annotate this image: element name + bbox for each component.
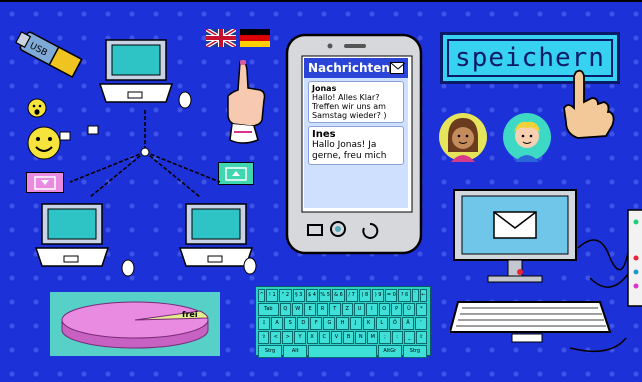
- keyboard-row: ⇩ A S D F G H J K L Ö Ä ': [258, 317, 428, 330]
- keyboard-row: Strg Alt AltGr Strg: [258, 345, 428, 358]
- keyboard-key[interactable]: Tab: [258, 303, 279, 316]
- keyboard-key[interactable]: R: [316, 303, 329, 316]
- laptop-icon: [178, 203, 254, 267]
- keyboard-key[interactable]: <: [270, 331, 282, 344]
- keyboard-key[interactable]: W: [292, 303, 304, 316]
- keyboard-key[interactable]: Y: [294, 331, 306, 344]
- avatar-girl-icon[interactable]: [438, 112, 488, 162]
- message-sender: Jonas: [312, 84, 337, 93]
- keyboard-key[interactable]: / 7: [345, 289, 358, 302]
- storage-pie-chart: frei: [50, 292, 220, 356]
- keyboard-key[interactable]: Strg: [258, 345, 283, 358]
- keyboard: ^! 1 " 2 § 3 $ 4% 5 & 6/ 7( 8) 9 = 0? ß ` ← Tab…: [255, 286, 431, 358]
- uk-flag-icon[interactable]: [206, 29, 236, 47]
- keyboard-key[interactable]: ^: [258, 289, 266, 302]
- keyboard-key[interactable]: *: [415, 303, 428, 316]
- keyboard-key[interactable]: Ü: [403, 303, 415, 316]
- keyboard-row: Tab Q W E R T Z U I O P Ü *: [258, 303, 428, 316]
- keyboard-key[interactable]: X: [306, 331, 318, 344]
- keyboard-key[interactable]: H: [336, 317, 349, 330]
- keyboard-key[interactable]: L: [375, 317, 388, 330]
- message-bubble: Ines Hallo Jonas! Ja gerne, freu mich: [308, 126, 404, 165]
- keyboard-key[interactable]: `: [411, 289, 419, 302]
- keyboard-key[interactable]: N: [355, 331, 367, 344]
- keyboard-key[interactable]: ) 9: [372, 289, 385, 302]
- keyboard-key[interactable]: Ö: [388, 317, 401, 330]
- keyboard-key[interactable]: T: [329, 303, 341, 316]
- keyboard-key[interactable]: ⇩: [258, 317, 271, 330]
- phone-header: Nachrichten: [304, 58, 408, 78]
- keyboard-key[interactable]: AltGr: [377, 345, 402, 358]
- message-text: Hallo! Alles Klar? Treffen wir uns am Sa…: [312, 93, 387, 120]
- keyboard-key[interactable]: M: [367, 331, 379, 344]
- keyboard-key[interactable]: O: [378, 303, 390, 316]
- avatar-boy-icon[interactable]: [502, 112, 552, 162]
- keyboard-key[interactable]: ( 8: [358, 289, 371, 302]
- keyboard-key[interactable]: B: [342, 331, 355, 344]
- keyboard-key[interactable]: [308, 345, 377, 358]
- keyboard-row: ⇧ < > Y X C V B N M;: _ ⇧: [258, 331, 428, 344]
- keyboard-key[interactable]: I: [366, 303, 378, 316]
- keyboard-key[interactable]: = 0: [385, 289, 398, 302]
- keyboard-key[interactable]: $ 4: [305, 289, 319, 302]
- envelope-icon: [493, 211, 537, 239]
- keyboard-key[interactable]: % 5: [319, 289, 332, 302]
- pie-chart: [61, 301, 209, 349]
- keyboard-key[interactable]: Ä: [401, 317, 414, 330]
- german-flag-icon[interactable]: [240, 29, 270, 47]
- keyboard-key[interactable]: ! 1: [266, 289, 279, 302]
- keyboard-key[interactable]: S: [284, 317, 297, 330]
- keyboard-key[interactable]: >: [282, 331, 294, 344]
- keyboard-key[interactable]: V: [330, 331, 342, 344]
- keyboard-key[interactable]: J: [349, 317, 362, 330]
- keyboard-key[interactable]: ⇧: [415, 331, 427, 344]
- keyboard-key[interactable]: E: [304, 303, 316, 316]
- keyboard-key[interactable]: A: [271, 317, 284, 330]
- keyboard-key[interactable]: G: [323, 317, 336, 330]
- phone-screen: Nachrichten Jonas Hallo! Alles Klar? Tre…: [304, 58, 408, 208]
- message-bubble: Jonas Hallo! Alles Klar? Treffen wir uns…: [308, 81, 404, 123]
- keyboard-key[interactable]: ? ß: [398, 289, 411, 302]
- keyboard-key[interactable]: K: [362, 317, 375, 330]
- keyboard-key[interactable]: § 3: [292, 289, 305, 302]
- thumbs-up-icon: [227, 60, 266, 144]
- message-sender: Ines: [312, 129, 336, 140]
- pie-free-label: frei: [182, 310, 198, 319]
- message-text: Hallo Jonas! Ja gerne, freu mich: [312, 140, 387, 161]
- keyboard-key[interactable]: P: [390, 303, 403, 316]
- mail-icon[interactable]: [389, 62, 405, 74]
- keyboard-key[interactable]: ': [414, 317, 428, 330]
- laptop-icon: [98, 39, 174, 103]
- keyboard-key[interactable]: & 6: [332, 289, 345, 302]
- keyboard-key[interactable]: ;: [379, 331, 391, 344]
- keyboard-key[interactable]: Alt: [283, 345, 308, 358]
- scene: U S B Nachrichten Jonas Hallo! Alles Klar?…: [0, 0, 642, 382]
- keyboard-key[interactable]: Strg: [402, 345, 427, 358]
- keyboard-row: ^! 1 " 2 § 3 $ 4% 5 & 6/ 7( 8) 9 = 0? ß ` ←: [258, 289, 428, 302]
- keyboard-key[interactable]: ←: [419, 289, 427, 302]
- pointing-hand-icon: [563, 69, 615, 139]
- keyboard-key[interactable]: U: [353, 303, 366, 316]
- keyboard-key[interactable]: :: [391, 331, 403, 344]
- keyboard-key[interactable]: " 2: [279, 289, 292, 302]
- keyboard-key[interactable]: D: [297, 317, 310, 330]
- laptop-icon: [34, 203, 110, 267]
- phone-title: Nachrichten: [308, 61, 390, 75]
- keyboard-key[interactable]: Q: [279, 303, 292, 316]
- keyboard-key[interactable]: Z: [341, 303, 353, 316]
- keyboard-key[interactable]: F: [310, 317, 323, 330]
- keyboard-key[interactable]: _: [403, 331, 415, 344]
- desktop-computer-icon: [450, 189, 642, 353]
- keyboard-key[interactable]: C: [318, 331, 330, 344]
- keyboard-key[interactable]: ⇧: [258, 331, 270, 344]
